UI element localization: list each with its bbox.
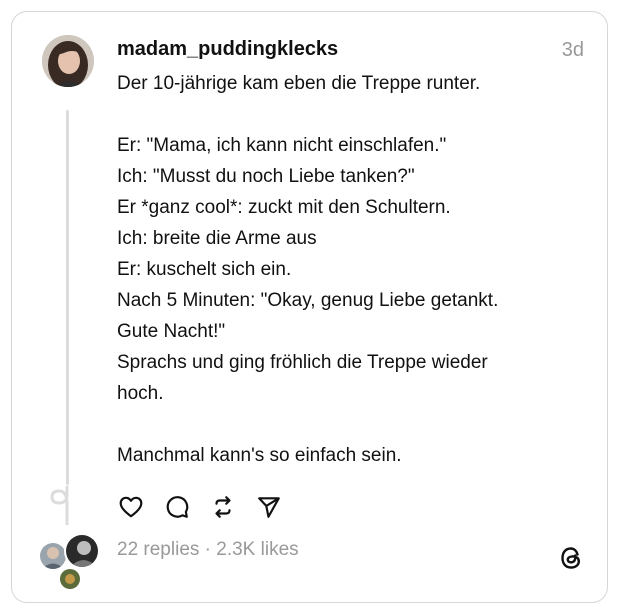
heart-icon	[119, 496, 143, 518]
post-line: Sprachs und ging fröhlich die Treppe wie…	[117, 352, 488, 373]
post-line: Nach 5 Minuten: "Okay, genug Liebe getan…	[117, 290, 499, 311]
thread-loop-icon	[50, 485, 69, 525]
avatar-image	[42, 35, 94, 87]
reply-avatar[interactable]	[58, 567, 82, 591]
avatar[interactable]	[42, 35, 94, 87]
post-line: Gute Nacht!"	[117, 321, 226, 342]
post-line: Ich: "Musst du noch Liebe tanken?"	[117, 166, 415, 187]
thread-line	[66, 110, 69, 485]
like-button[interactable]	[116, 492, 146, 522]
post-line	[117, 99, 587, 130]
send-icon	[258, 497, 280, 518]
post-timestamp: 3d	[561, 39, 584, 61]
post-line: Ich: breite die Arme aus	[117, 228, 317, 249]
reply-avatar-image	[66, 535, 98, 567]
post-body: Der 10-jährige kam eben die Treppe runte…	[117, 68, 587, 471]
action-bar	[116, 490, 284, 524]
post-line: Der 10-jährige kam eben die Treppe runte…	[117, 73, 481, 94]
share-button[interactable]	[254, 492, 284, 522]
post-line: Er: "Mama, ich kann nicht einschlafen."	[117, 135, 447, 156]
post-line: Manchmal kann's so einfach sein.	[117, 445, 402, 466]
post-line: Er *ganz cool*: zuckt mit den Schultern.	[117, 197, 451, 218]
repost-icon	[215, 496, 231, 518]
post-line: Er: kuschelt sich ein.	[117, 259, 292, 280]
reply-avatar-image	[40, 543, 66, 569]
threads-logo-icon[interactable]	[557, 544, 585, 572]
username[interactable]: madam_puddingklecks	[117, 38, 338, 61]
reply-avatar[interactable]	[64, 533, 100, 569]
post-stats[interactable]: 22 replies · 2.3K likes	[117, 539, 299, 561]
post-line	[117, 409, 587, 440]
comment-icon	[166, 496, 189, 518]
post-line: hoch.	[117, 383, 164, 404]
reply-button[interactable]	[162, 492, 192, 522]
reply-avatar-image	[60, 569, 80, 589]
reply-avatar[interactable]	[38, 541, 68, 571]
repost-button[interactable]	[208, 492, 238, 522]
